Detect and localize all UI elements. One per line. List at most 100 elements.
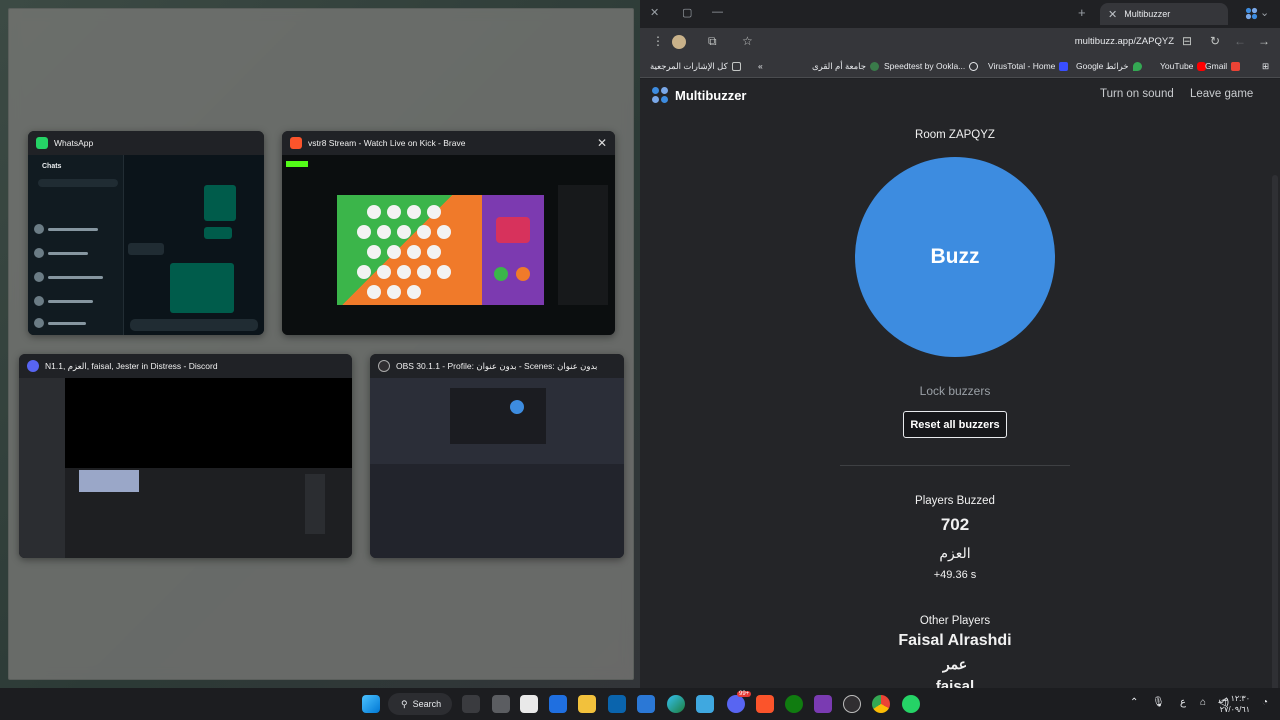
kick-logo (286, 161, 308, 167)
xbox-icon[interactable] (785, 695, 803, 713)
thumbnail-header: vstr8 Stream - Watch Live on Kick - Brav… (282, 131, 615, 155)
bookmark-speedtest[interactable]: Speedtest by Ookla... (884, 61, 979, 71)
chrome-icon[interactable] (872, 695, 890, 713)
bookmark-maps[interactable]: Google خرائط (1076, 61, 1142, 72)
taskbar-search[interactable]: ⚲ Search (388, 693, 452, 715)
window-thumbnail-kick-brave[interactable]: vstr8 Stream - Watch Live on Kick - Brav… (282, 131, 615, 335)
forward-icon[interactable]: ← (1234, 34, 1246, 48)
screen-share-thumb (79, 470, 139, 492)
other-player-2: عمر (942, 656, 968, 672)
scrollbar-track[interactable] (1272, 175, 1278, 688)
member-list (305, 474, 325, 534)
bookmark-star-icon[interactable]: ☆ (742, 34, 753, 48)
thumbnail-header: WhatsApp (28, 131, 264, 155)
lock-buzzers-link[interactable]: Lock buzzers (640, 384, 1270, 398)
obs-icon (378, 360, 390, 372)
list-item (34, 293, 120, 309)
discord-icon (27, 360, 39, 372)
clock-date[interactable]: ٢٧/٠٩/٦١ (1220, 705, 1250, 714)
edge-icon[interactable] (667, 695, 685, 713)
score-panel (482, 195, 544, 305)
extensions-icon[interactable]: ⧉ (708, 34, 717, 49)
reload-icon[interactable]: ↻ (1210, 34, 1220, 48)
tab-multibuzzer[interactable]: ✕ Multibuzzer (1100, 3, 1258, 25)
obs-taskbar-icon[interactable] (843, 695, 861, 713)
photos-icon[interactable] (696, 695, 714, 713)
search-icon: ⚲ (401, 698, 408, 709)
bookmark-youtube[interactable]: YouTube (1160, 61, 1207, 71)
other-player-3: faisal (935, 678, 975, 688)
outlook-icon[interactable] (608, 695, 626, 713)
reset-all-buzzers-button[interactable]: Reset all buzzers (903, 411, 1007, 438)
multibuzzer-favicon (1245, 7, 1258, 20)
bookmark-university[interactable]: جامعة أم القرى (812, 61, 879, 72)
turn-on-sound-link[interactable]: Turn on sound (1100, 88, 1174, 100)
site-settings-icon[interactable]: ⊟ (1182, 34, 1192, 48)
room-label: Room ZAPQYZ (915, 129, 995, 141)
obs-preview (370, 378, 624, 558)
copilot-icon[interactable] (492, 695, 510, 713)
chevron-up-icon[interactable]: ⌃ (1130, 697, 1138, 708)
buzz-rank: 702 (940, 515, 970, 534)
kick-preview (282, 155, 615, 335)
channel-list (19, 378, 65, 558)
thumbnail-title: vstr8 Stream - Watch Live on Kick - Brav… (308, 138, 466, 148)
store-icon[interactable] (520, 695, 538, 713)
players-buzzed-label: Players Buzzed (915, 495, 995, 507)
multibuzzer-logo-icon (652, 87, 668, 103)
thumbnail-title: WhatsApp (54, 138, 94, 148)
folder-icon (731, 62, 741, 71)
whatsapp-taskbar-icon[interactable] (902, 695, 920, 713)
clock-time[interactable]: ١٢:٣٠ ص (1219, 694, 1250, 703)
chats-label: Chats (42, 163, 62, 170)
notification-icon[interactable]: ◔ (1262, 697, 1268, 708)
task-view-icon[interactable] (462, 695, 480, 713)
address-bar[interactable]: multibuzz.app/ZAPQYZ (1075, 36, 1174, 47)
network-icon[interactable]: ⌂ (1200, 697, 1206, 708)
file-explorer-icon[interactable] (578, 695, 596, 713)
tab-search-icon[interactable]: ⌄ (1260, 6, 1269, 19)
apps-grid-icon[interactable]: ⊞ (1262, 61, 1269, 72)
app-header: Multibuzzer Turn on sound Leave game (640, 79, 1270, 111)
thumbnail-title: N1.1, العزم, faisal, Jester in Distress … (45, 360, 218, 371)
discord-badge: 99+ (737, 691, 752, 697)
chevron-left-icon[interactable]: « (758, 61, 763, 71)
whatsapp-preview: Chats (28, 155, 264, 335)
defender-icon[interactable] (549, 695, 567, 713)
window-thumbnail-obs[interactable]: OBS 30.1.1 - Profile: بدون عنوان - Scene… (370, 354, 624, 558)
close-window-icon[interactable]: ✕ (650, 6, 659, 19)
window-thumbnail-discord[interactable]: N1.1, العزم, faisal, Jester in Distress … (19, 354, 352, 558)
tab-strip: ✕ ▢ — + ✕ Multibuzzer ⌄ (640, 0, 1280, 28)
obs-canvas (450, 388, 546, 444)
divider (840, 465, 1070, 466)
microphone-icon[interactable]: 🎙︎ (1152, 697, 1165, 708)
bookmark-gmail[interactable]: Gmail (1205, 61, 1241, 71)
back-icon[interactable]: → (1258, 34, 1270, 48)
gmail-icon (1231, 61, 1241, 71)
minimize-icon[interactable]: — (712, 6, 723, 18)
buzz-button[interactable]: Buzz (855, 157, 1055, 357)
brave-icon (290, 137, 302, 149)
speedtest-icon (969, 61, 979, 71)
profile-avatar[interactable] (672, 35, 686, 49)
buzz-time: +49.36 s (933, 569, 977, 581)
list-item (34, 315, 120, 331)
new-tab-icon[interactable]: + (1078, 5, 1086, 20)
list-item (34, 221, 120, 237)
hex-board (337, 195, 483, 305)
close-icon[interactable]: ✕ (597, 136, 607, 150)
thumbnail-header: N1.1, العزم, faisal, Jester in Distress … (19, 354, 352, 378)
menu-icon[interactable]: ⋮ (652, 34, 664, 48)
window-thumbnail-whatsapp[interactable]: WhatsApp Chats (28, 131, 264, 335)
start-icon[interactable] (362, 695, 380, 713)
discord-taskbar-icon[interactable] (727, 695, 745, 713)
close-tab-icon[interactable]: ✕ (1108, 8, 1117, 21)
word-icon[interactable] (637, 695, 655, 713)
leave-game-link[interactable]: Leave game (1190, 88, 1253, 100)
bookmark-all-folder[interactable]: كل الإشارات المرجعية (650, 61, 741, 72)
maximize-icon[interactable]: ▢ (682, 6, 692, 19)
brave-taskbar-icon[interactable] (756, 695, 774, 713)
keyboard-language[interactable]: ع (1180, 697, 1186, 708)
game-app-icon[interactable] (814, 695, 832, 713)
bookmark-virustotal[interactable]: VirusTotal - Home (988, 61, 1069, 71)
